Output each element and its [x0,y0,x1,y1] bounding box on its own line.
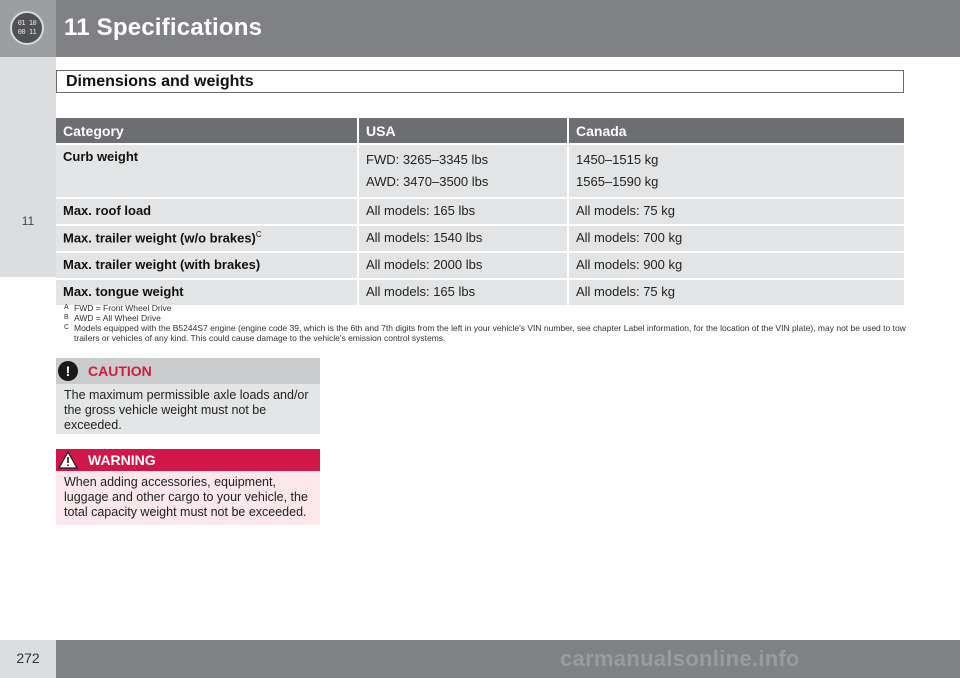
chapter-badge-text: 01 10 00 11 [17,19,37,36]
table-cell-canada: All models: 900 kg [567,253,904,278]
chapter-side-number: 11 [21,214,35,228]
footnote: B AWD = All Wheel Drive [64,313,914,323]
usa-value: All models: 165 lbs [366,203,476,218]
section-title: Dimensions and weights [66,73,254,90]
column-header-canada: Canada [567,118,904,143]
caution-header: ! CAUTION [56,358,320,384]
section-heading-box: Dimensions and weights [56,70,904,93]
table-cell-usa: All models: 165 lbs [357,280,567,305]
table-cell-usa: All models: 1540 lbs [357,226,567,251]
category-label: Max. trailer weight (w/o brakes) [63,230,256,246]
footnote-text: AWD = All Wheel Drive [74,313,161,323]
chapter-badge-icon: 01 10 00 11 [10,11,44,45]
canada-value: 1450–1515 kg [576,152,659,167]
footnote-mark: B [64,314,69,321]
table-row: Max. roof load All models: 165 lbs All m… [56,199,904,224]
footnote-ref: C [255,230,262,239]
warning-title: WARNING [88,452,156,468]
usa-value: All models: 1540 lbs [366,230,483,245]
warning-box: WARNING When adding accessories, equipme… [56,449,320,525]
column-header-usa: USA [357,118,567,143]
table-cell-category: Max. tongue weight [56,280,357,305]
caution-box: ! CAUTION The maximum permissible axle l… [56,358,320,434]
footnote: A FWD = Front Wheel Drive [64,303,914,313]
category-label: Max. roof load [63,203,152,218]
footer-bar [56,640,960,678]
canada-value: 1565–1590 kg [576,174,659,189]
caution-text: The maximum permissible axle loads and/o… [64,388,309,432]
warning-header: WARNING [56,449,320,471]
table-cell-category: Max. roof load [56,199,357,224]
dimensions-weights-table: Category USA Canada Curb weight FWD: 326… [56,116,904,307]
watermark: carmanualsonline.info [560,646,800,671]
table-row: Max. tongue weight All models: 165 lbs A… [56,280,904,305]
canada-value: All models: 75 kg [576,284,675,299]
canada-value: All models: 900 kg [576,257,683,272]
table-row: Curb weight FWD: 3265–3345 lbs AWD: 3470… [56,145,904,197]
footnote-mark: A [64,304,69,311]
usa-value: All models: 165 lbs [366,284,476,299]
column-header-category: Category [56,118,357,143]
warning-text: When adding accessories, equipment, lugg… [64,475,308,519]
canada-value: All models: 700 kg [576,230,683,245]
table-row: Max. trailer weight (w/o brakes)C All mo… [56,226,904,251]
table-cell-usa: FWD: 3265–3345 lbs AWD: 3470–3500 lbs [357,145,567,197]
footnote-text: Models equipped with the B5244S7 engine … [74,323,906,343]
category-label: Max. tongue weight [63,284,184,299]
table-cell-usa: All models: 165 lbs [357,199,567,224]
table-cell-category: Curb weight [56,145,357,197]
footnotes: A FWD = Front Wheel Drive B AWD = All Wh… [64,303,914,343]
table-cell-usa: All models: 2000 lbs [357,253,567,278]
usa-value: AWD: 3470–3500 lbs [366,174,489,189]
warning-triangle-icon [58,450,78,469]
table-cell-canada: All models: 75 kg [567,280,904,305]
footnote-mark: C [64,324,70,331]
category-label: Curb weight [63,149,139,164]
table-row: Max. trailer weight (with brakes) All mo… [56,253,904,278]
chapter-side-strip [0,57,56,277]
table-header-row: Category USA Canada [56,118,904,143]
canada-value: All models: 75 kg [576,203,675,218]
chapter-title: 11 Specifications [64,14,263,41]
footnote-text: FWD = Front Wheel Drive [74,303,172,313]
category-label: Max. trailer weight (with brakes) [63,257,261,272]
table-cell-canada: All models: 700 kg [567,226,904,251]
table-cell-category: Max. trailer weight (w/o brakes)C [56,226,357,251]
page-number: 272 [16,650,40,666]
table-cell-category: Max. trailer weight (with brakes) [56,253,357,278]
usa-value: All models: 2000 lbs [366,257,483,272]
footnote: C Models equipped with the B5244S7 engin… [64,323,914,343]
caution-title: CAUTION [88,363,152,379]
table-cell-canada: All models: 75 kg [567,199,904,224]
usa-value: FWD: 3265–3345 lbs [366,152,489,167]
table-cell-canada: 1450–1515 kg 1565–1590 kg [567,145,904,197]
exclamation-icon: ! [58,361,78,381]
